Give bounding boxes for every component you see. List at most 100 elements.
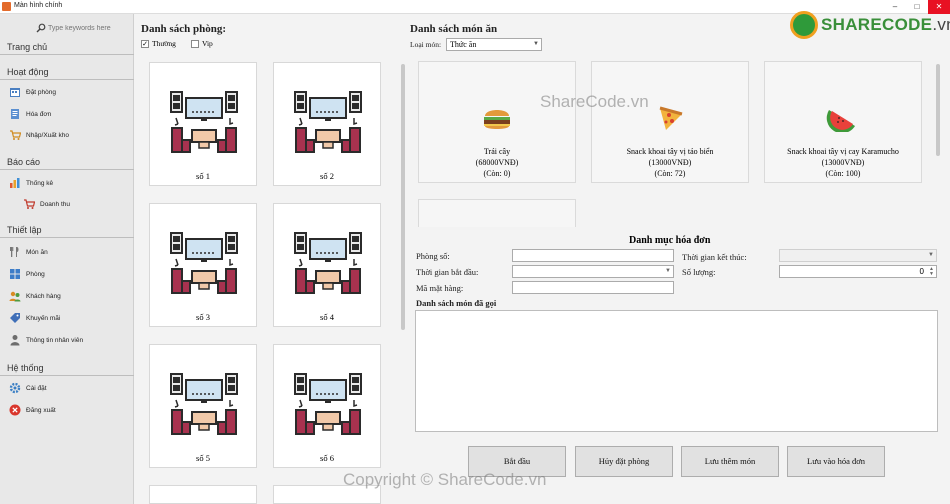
window-title: Màn hình chính	[14, 2, 63, 9]
sidebar-item-revenue[interactable]: Doanh thu	[0, 194, 134, 214]
room-icon	[294, 91, 362, 153]
center-watermark: ShareCode.vn	[540, 92, 649, 111]
start-time-picker[interactable]: ▼	[512, 265, 674, 278]
filter-vip-checkbox[interactable]: Vip	[191, 39, 213, 48]
save-invoice-button[interactable]: Lưu vào hóa đơn	[787, 446, 885, 477]
rooms-title: Danh sách phòng:	[141, 23, 226, 35]
calendar-icon	[10, 88, 20, 97]
customer-icon	[9, 291, 21, 302]
filter-normal-checkbox[interactable]: ✓ Thường	[141, 39, 176, 48]
person-icon	[10, 335, 20, 346]
sidebar-item-label: Khuyến mãi	[26, 314, 61, 322]
food-card[interactable]	[418, 199, 576, 227]
sidebar-item-logout[interactable]: Đăng xuất	[0, 400, 134, 420]
sidebar-item-label: Khách hàng	[26, 292, 61, 300]
chevron-down-icon: ▼	[928, 252, 934, 258]
cutlery-icon	[10, 247, 19, 257]
room-icon	[294, 232, 362, 294]
room-card[interactable]: số 2	[273, 62, 381, 186]
food-info: Trái cây (68000VNĐ) (Còn: 0)	[419, 146, 575, 179]
room-icon	[170, 232, 238, 294]
sidebar-item-booking[interactable]: Đặt phòng	[0, 82, 134, 102]
sidebar-item-staff[interactable]: Thông tin nhân viên	[0, 330, 134, 350]
room-icon	[170, 373, 238, 435]
chevron-down-icon: ▼	[665, 268, 671, 274]
logo-text: SHARECODE.vn	[821, 15, 950, 35]
sidebar-item-inventory[interactable]: Nhập/Xuất kho	[0, 125, 134, 145]
chart-icon	[10, 178, 20, 188]
item-code-label: Mã mặt hàng:	[416, 283, 464, 293]
checkbox-box	[191, 39, 199, 48]
app-icon	[2, 2, 11, 11]
search-input[interactable]	[48, 22, 130, 34]
cart-icon	[10, 130, 21, 140]
food-card[interactable]: Trái cây (68000VNĐ) (Còn: 0)	[418, 61, 576, 183]
foods-title: Danh sách món ăn	[410, 23, 498, 35]
room-label: số 5	[196, 453, 210, 463]
room-label: số 1	[196, 171, 210, 181]
food-price: (13000VNĐ)	[821, 158, 865, 167]
item-code-field[interactable]	[512, 281, 674, 294]
sidebar-item-label: Hóa đơn	[26, 110, 52, 118]
sidebar-item-invoice[interactable]: Hóa đơn	[0, 104, 134, 124]
room-card[interactable]: số 4	[273, 203, 381, 327]
food-card[interactable]: Snack khoai tây vị tảo biển (13000VNĐ) (…	[591, 61, 749, 183]
checkbox-label: Thường	[152, 39, 176, 48]
sidebar-item-label: Nhập/Xuất kho	[26, 131, 70, 139]
save-item-button[interactable]: Lưu thêm món	[681, 446, 779, 477]
sidebar-item-statistics[interactable]: Thống kê	[0, 173, 134, 193]
logo-main-text: SHARECODE	[821, 15, 933, 34]
food-name: Snack khoai tây vị cay Karamucho	[787, 147, 899, 156]
ordered-items-list[interactable]	[415, 310, 938, 432]
room-card[interactable]: số 6	[273, 344, 381, 468]
food-price: (13000VNĐ)	[648, 158, 692, 167]
room-card[interactable]: số 5	[149, 344, 257, 468]
sidebar: Trang chủ Hoạt động Đặt phòng Hóa đơn Nh…	[0, 14, 134, 504]
food-stock: (Còn: 100)	[825, 169, 861, 178]
room-card[interactable]	[149, 485, 257, 504]
room-label: số 2	[320, 171, 334, 181]
sidebar-item-label: Thống kê	[26, 179, 54, 187]
sidebar-item-label: Phòng	[26, 270, 45, 278]
search-icon[interactable]	[36, 23, 46, 33]
room-number-field[interactable]	[512, 249, 674, 262]
room-card[interactable]: số 3	[149, 203, 257, 327]
quantity-stepper[interactable]: 0 ▲ ▼	[779, 265, 937, 278]
sidebar-item-label: Món ăn	[26, 248, 48, 256]
category-value: Thức ăn	[450, 40, 477, 49]
food-name: Trái cây	[483, 147, 511, 156]
cancel-booking-button[interactable]: Hủy đặt phòng	[575, 446, 673, 477]
sidebar-item-food[interactable]: Món ăn	[0, 242, 134, 262]
sidebar-item-settings[interactable]: Cài đặt	[0, 378, 134, 398]
copyright-watermark: Copyright © ShareCode.vn	[343, 470, 547, 489]
rooms-scrollbar[interactable]	[401, 64, 405, 330]
gear-icon	[9, 382, 21, 394]
logo-mark	[790, 11, 818, 39]
room-label: số 4	[320, 312, 334, 322]
category-select[interactable]: Thức ăn ▼	[446, 38, 542, 51]
end-time-picker[interactable]: ▼	[779, 249, 937, 262]
room-icon	[170, 91, 238, 153]
sidebar-item-customers[interactable]: Khách hàng	[0, 286, 134, 306]
section-header-system: Hệ thống	[0, 360, 134, 376]
sidebar-item-rooms[interactable]: Phòng	[0, 264, 134, 284]
section-header-settings: Thiết lập	[0, 222, 134, 238]
food-name: Snack khoai tây vị tảo biển	[626, 147, 714, 156]
watermelon-icon	[826, 110, 855, 132]
stepper-arrows-icon[interactable]: ▲ ▼	[929, 267, 934, 277]
food-card[interactable]: Snack khoai tây vị cay Karamucho (13000V…	[764, 61, 922, 183]
end-time-label: Thời gian kết thúc:	[682, 252, 747, 262]
food-info: Snack khoai tây vị cay Karamucho (13000V…	[765, 146, 921, 179]
chevron-down-icon: ▼	[533, 41, 539, 47]
food-info: Snack khoai tây vị tảo biển (13000VNĐ) (…	[592, 146, 748, 179]
room-number-label: Phòng số:	[416, 251, 450, 261]
main-panel: Danh sách phòng: ✓ Thường Vip số 1 số 2 …	[135, 14, 950, 504]
sidebar-item-label: Cài đặt	[26, 384, 47, 392]
room-card[interactable]: số 1	[149, 62, 257, 186]
foods-scrollbar[interactable]	[936, 64, 940, 156]
logo-domain-text: .vn	[932, 15, 950, 34]
quantity-value: 0	[919, 267, 924, 276]
section-header-activity: Hoạt động	[0, 64, 134, 80]
sidebar-item-home[interactable]: Trang chủ	[0, 39, 134, 55]
sidebar-item-promotions[interactable]: Khuyến mãi	[0, 308, 134, 328]
